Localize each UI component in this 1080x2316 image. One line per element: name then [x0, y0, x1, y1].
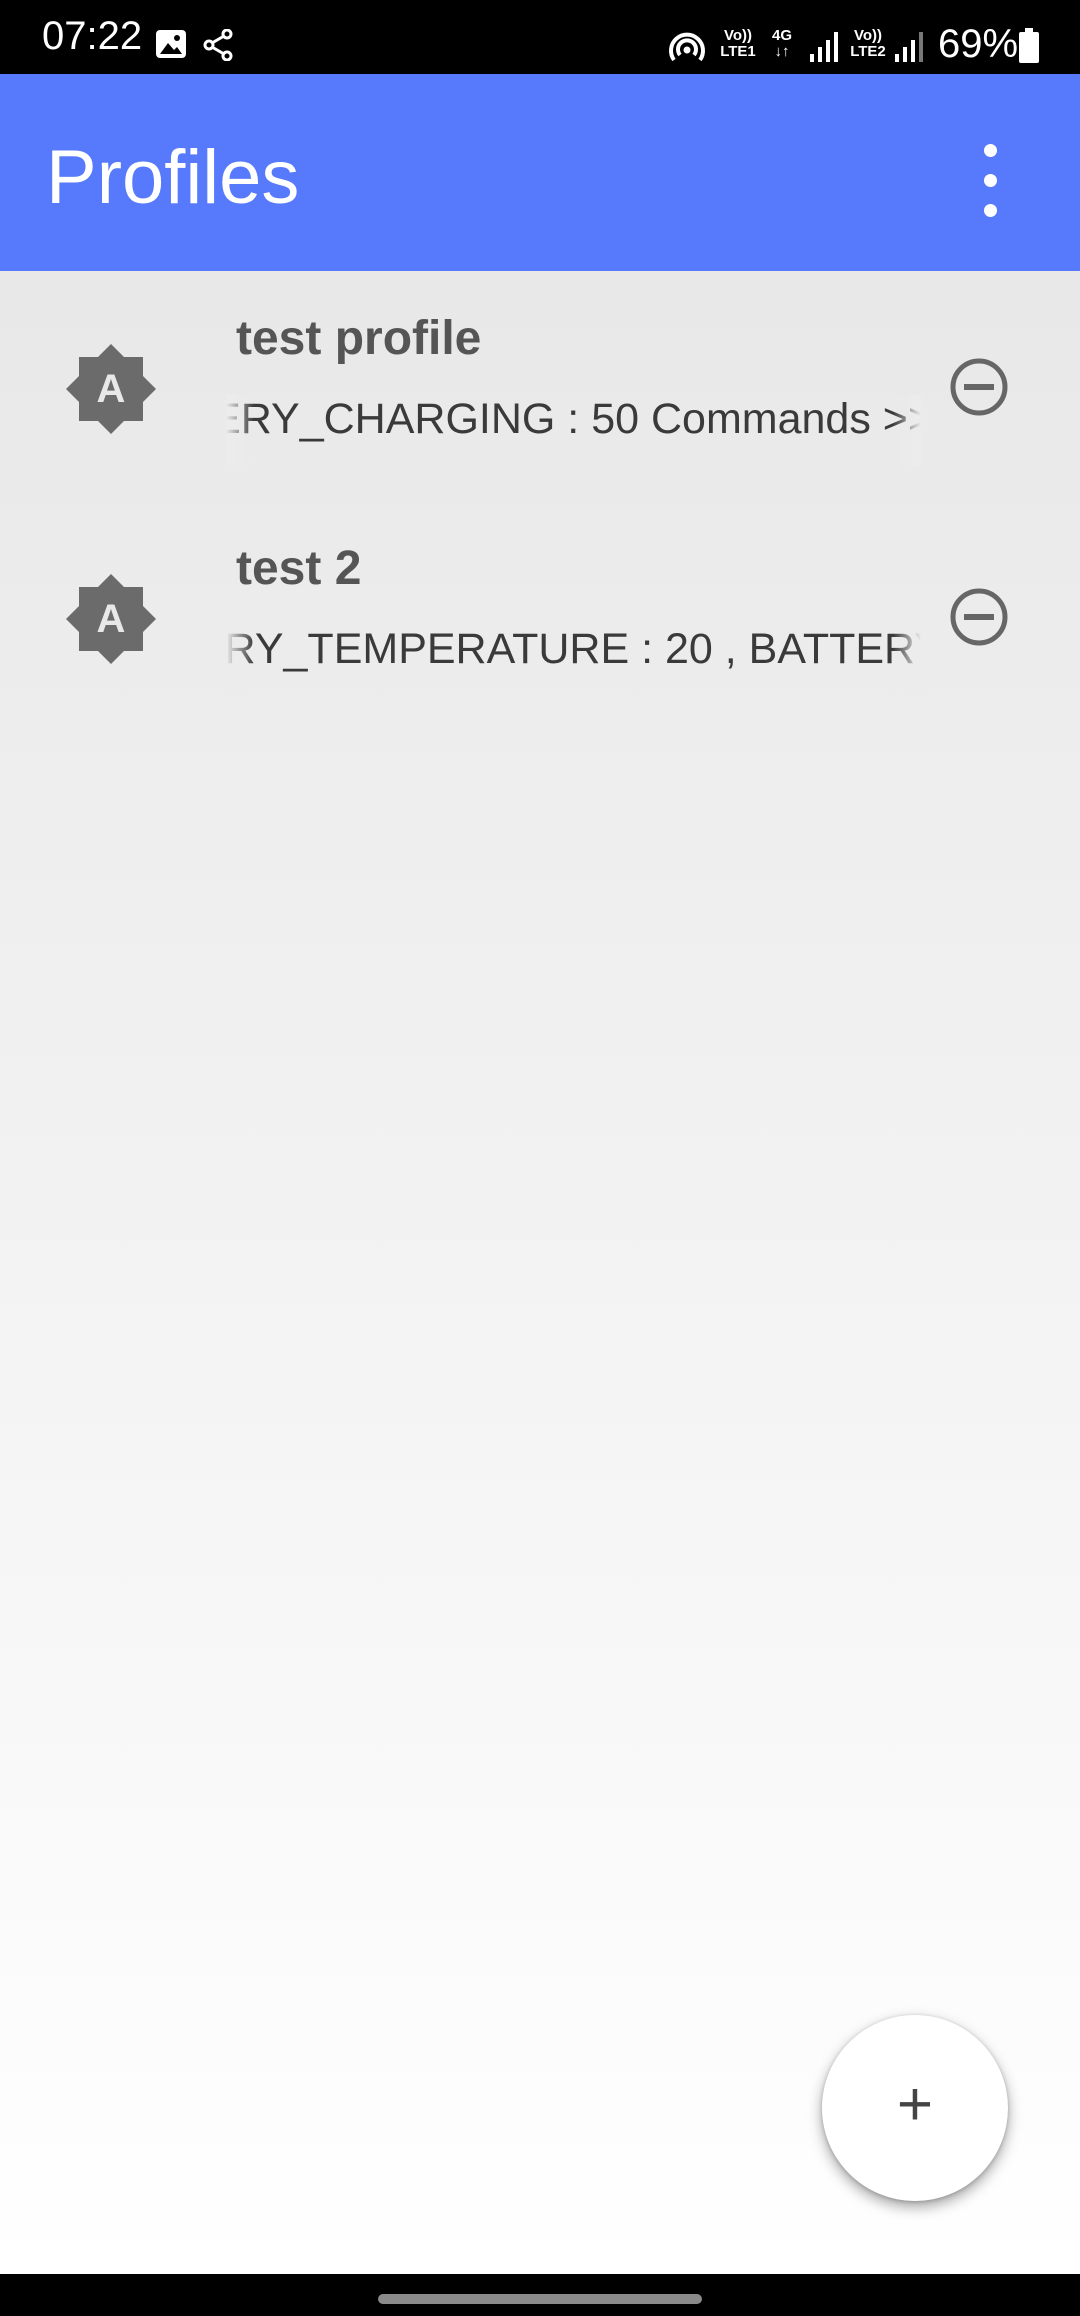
more-options-button[interactable]	[962, 132, 1018, 232]
navigation-bar	[0, 2274, 1080, 2316]
share-icon	[203, 29, 233, 61]
sim1-volte-label: Vo)) LTE1	[720, 27, 756, 60]
icon-letter: A	[97, 367, 126, 411]
page-title: Profiles	[46, 135, 300, 220]
add-icon: +	[897, 2070, 933, 2139]
status-time: 07:22	[42, 14, 143, 58]
add-label: +	[897, 2070, 933, 2139]
battery-icon	[1019, 28, 1039, 63]
profile-summary: BATTERY_TEMPERATURE : 20 , BATTERY	[226, 625, 921, 673]
sim2-volte-label: Vo)) LTE2	[850, 27, 886, 60]
remove-profile-button[interactable]	[948, 356, 1010, 418]
auto-brightness-icon: A	[66, 344, 156, 434]
icon-letter: A	[97, 597, 126, 641]
profile-item[interactable]: A test 2 BATTERY_TEMPERATURE : 20 , BATT…	[0, 501, 1080, 731]
profile-item[interactable]: A test profile BATTERY_CHARGING : 50 Com…	[0, 271, 1080, 501]
hotspot-icon	[669, 32, 705, 62]
profile-summary-container: BATTERY_CHARGING : 50 Commands >>	[226, 395, 921, 465]
remove-profile-button[interactable]	[948, 586, 1010, 648]
profile-summary-container: BATTERY_TEMPERATURE : 20 , BATTERY	[226, 625, 921, 695]
home-gesture-handle[interactable]	[378, 2294, 702, 2304]
add-profile-button[interactable]: +	[822, 2015, 1008, 2201]
signal-icon	[895, 32, 923, 62]
profile-name: test profile	[236, 312, 482, 365]
profile-list: A test profile BATTERY_CHARGING : 50 Com…	[0, 271, 1080, 2274]
auto-brightness-icon: A	[66, 574, 156, 664]
app-bar: Profiles	[0, 74, 1080, 271]
profile-summary: BATTERY_CHARGING : 50 Commands >>	[226, 395, 921, 443]
profile-name: test 2	[236, 542, 362, 595]
battery-percent: 69%	[938, 22, 1019, 66]
image-icon	[156, 30, 186, 58]
network-type-label: 4G ↓↑	[771, 27, 792, 60]
status-bar: 07:22 Vo)) LTE1 4G ↓↑ Vo)) LTE2 69%	[0, 0, 1080, 74]
signal-icon	[810, 32, 838, 62]
